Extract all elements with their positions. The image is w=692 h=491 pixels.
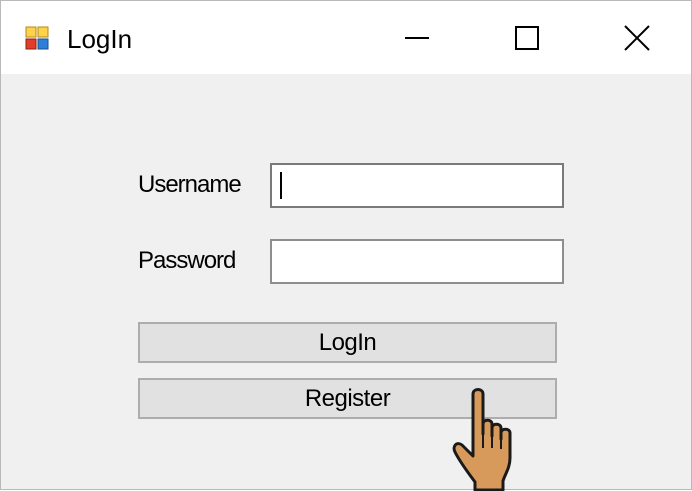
title-bar[interactable]: LogIn — [1, 1, 691, 74]
username-label: Username — [138, 171, 242, 198]
window-title: LogIn — [67, 24, 133, 54]
login-button[interactable]: LogIn — [138, 322, 557, 363]
text-caret — [280, 172, 282, 199]
password-input[interactable] — [270, 239, 564, 284]
minimize-icon — [405, 36, 429, 39]
maximize-button[interactable] — [475, 1, 579, 74]
close-icon — [624, 24, 650, 51]
maximize-icon — [515, 25, 539, 50]
password-label: Password — [138, 247, 236, 274]
app-icon — [25, 26, 49, 50]
minimize-button[interactable] — [365, 1, 469, 74]
username-input[interactable] — [270, 163, 564, 208]
login-window: LogIn Username Password LogIn Register — [0, 0, 692, 491]
close-button[interactable] — [585, 1, 689, 74]
hand-pointer-icon — [452, 388, 512, 491]
